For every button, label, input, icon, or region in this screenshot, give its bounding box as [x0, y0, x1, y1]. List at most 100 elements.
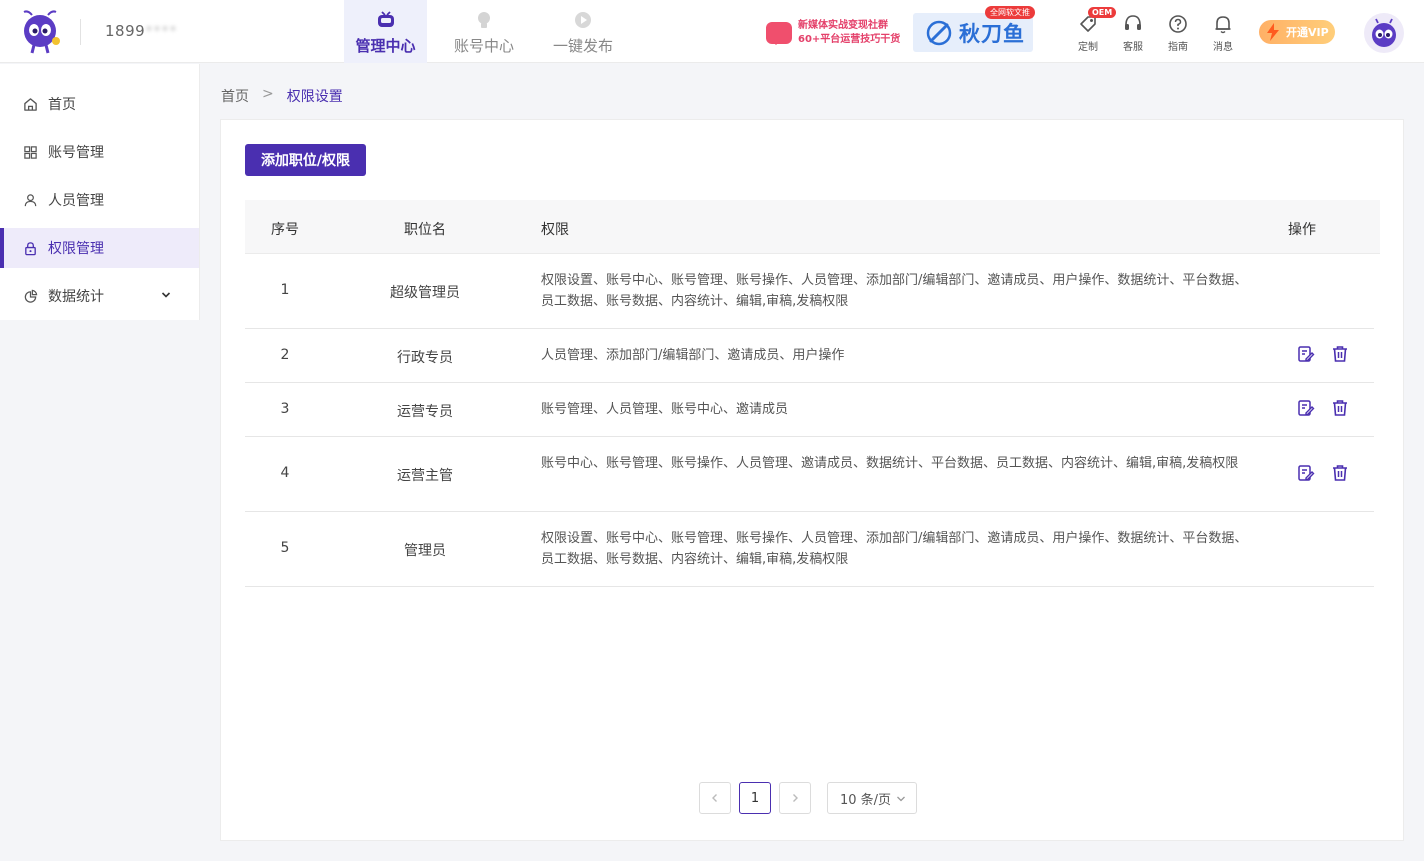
content-card: 添加职位/权限 序号 职位名 权限 操作 1 超级管理员 权限设置、账号中心、账… [220, 119, 1404, 841]
breadcrumb: 首页 > 权限设置 [221, 86, 343, 106]
header-divider [80, 19, 81, 45]
vip-label: 开通VIP [1286, 26, 1329, 39]
sidebar-item-label: 首页 [48, 97, 76, 113]
help-icon [1169, 15, 1187, 33]
column-header-permissions: 权限 [541, 222, 569, 238]
edit-icon[interactable] [1297, 464, 1315, 482]
row-permissions: 账号管理、人员管理、账号中心、邀请成员 [541, 402, 789, 417]
chevron-right-icon [793, 794, 798, 802]
tab-one-click-publish[interactable]: 一键发布 [542, 0, 624, 63]
tab-label: 账号中心 [453, 37, 514, 55]
sidebar: 首页 账号管理 人员管理 权限管理 数据统计 [0, 64, 200, 320]
user-phone: 1899**** [105, 22, 177, 40]
sidebar-item-staff-management[interactable]: 人员管理 [0, 180, 199, 220]
chat-bubble-icon [766, 22, 792, 45]
table-row: 4 运营主管 账号中心、账号管理、账号操作、人员管理、邀请成员、数据统计、平台数… [245, 437, 1374, 512]
community-line1: 新媒体实战变现社群 [798, 20, 888, 31]
breadcrumb-current: 权限设置 [286, 89, 343, 105]
qiudao-name: 秋刀鱼 [959, 21, 1025, 46]
table-row: 5 管理员 权限设置、账号中心、账号管理、账号操作、人员管理、添加部门/编辑部门… [245, 512, 1374, 587]
customer-service-button[interactable]: 客服 [1113, 13, 1153, 53]
messages-button[interactable]: 消息 [1203, 13, 1243, 53]
user-icon [24, 193, 37, 206]
column-header-position: 职位名 [404, 222, 446, 238]
community-line2: 60+平台运营技巧干货 [798, 34, 901, 45]
tab-label: 一键发布 [552, 37, 613, 55]
row-index: 2 [280, 347, 290, 363]
row-index: 1 [280, 282, 290, 298]
tool-label: 消息 [1213, 42, 1233, 53]
row-index: 3 [280, 401, 290, 417]
row-index: 4 [280, 465, 290, 481]
page-size-value: 10 条/页 [840, 792, 892, 808]
sidebar-item-account-management[interactable]: 账号管理 [0, 132, 199, 172]
add-position-button[interactable]: 添加职位/权限 [245, 144, 366, 176]
delete-icon[interactable] [1331, 345, 1349, 363]
table-row: 2 行政专员 人员管理、添加部门/编辑部门、邀请成员、用户操作 [245, 329, 1374, 383]
delete-icon[interactable] [1331, 464, 1349, 482]
breadcrumb-home[interactable]: 首页 [221, 86, 249, 106]
lightning-icon [1267, 23, 1279, 41]
avatar[interactable] [1364, 13, 1404, 53]
sidebar-item-label: 权限管理 [48, 241, 104, 257]
row-permissions: 权限设置、账号中心、账号管理、账号操作、人员管理、添加部门/编辑部门、邀请成员、… [541, 273, 1248, 309]
compass-icon [926, 20, 952, 45]
row-position-name: 行政专员 [397, 350, 453, 366]
chevron-left-icon [712, 794, 717, 802]
headset-icon [1125, 15, 1141, 30]
home-icon [24, 97, 37, 111]
column-header-index: 序号 [271, 222, 299, 238]
chevron-down-icon [161, 292, 171, 298]
phone-visible: 1899 [105, 22, 146, 40]
play-icon [575, 12, 591, 28]
edit-icon[interactable] [1297, 345, 1315, 363]
tab-account-center[interactable]: 账号中心 [443, 0, 525, 63]
row-permissions: 账号中心、账号管理、账号操作、人员管理、邀请成员、数据统计、平台数据、员工数据、… [541, 456, 1239, 471]
lock-icon [25, 241, 36, 255]
qiudao-badge: 全网软文推 [985, 6, 1035, 19]
delete-icon[interactable] [1331, 399, 1349, 417]
top-header: 1899**** 管理中心 账号中心 一键发布 新媒体实战变现社群 60+平台运… [0, 0, 1424, 63]
prev-page-button[interactable] [699, 782, 731, 814]
phone-masked: **** [145, 22, 178, 40]
tool-label: 客服 [1123, 42, 1143, 53]
row-position-name: 超级管理员 [390, 285, 460, 301]
row-index: 5 [280, 540, 290, 556]
table-header: 序号 职位名 权限 操作 [245, 200, 1380, 254]
sidebar-item-home[interactable]: 首页 [0, 84, 199, 124]
page-number-button[interactable]: 1 [739, 782, 771, 814]
column-header-actions: 操作 [1288, 222, 1316, 238]
breadcrumb-separator: > [262, 86, 274, 102]
app-logo[interactable] [18, 9, 62, 55]
tool-label: 指南 [1168, 42, 1188, 53]
row-permissions: 人员管理、添加部门/编辑部门、邀请成员、用户操作 [541, 348, 845, 363]
tv-icon [377, 11, 394, 27]
bell-icon [1215, 16, 1231, 34]
community-banner[interactable]: 新媒体实战变现社群 60+平台运营技巧干货 [766, 16, 906, 50]
row-position-name: 运营专员 [397, 404, 453, 420]
oem-badge: OEM [1088, 7, 1117, 18]
row-position-name: 管理员 [404, 543, 446, 559]
row-position-name: 运营主管 [397, 468, 453, 484]
tab-management-center[interactable]: 管理中心 [344, 0, 427, 63]
customize-button[interactable]: 定制 [1068, 13, 1108, 53]
guide-button[interactable]: 指南 [1158, 13, 1198, 53]
row-permissions: 权限设置、账号中心、账号管理、账号操作、人员管理、添加部门/编辑部门、邀请成员、… [541, 531, 1248, 567]
sidebar-item-label: 数据统计 [48, 289, 104, 305]
bulb-icon [478, 12, 490, 28]
tab-label: 管理中心 [355, 37, 416, 55]
sidebar-item-label: 人员管理 [48, 193, 104, 209]
chevron-down-icon [897, 796, 905, 802]
sidebar-item-label: 账号管理 [48, 145, 104, 161]
page-size-select[interactable]: 10 条/页 [827, 782, 917, 814]
table-row: 1 超级管理员 权限设置、账号中心、账号管理、账号操作、人员管理、添加部门/编辑… [245, 254, 1374, 329]
sidebar-item-permission-management[interactable]: 权限管理 [0, 228, 199, 268]
open-vip-button[interactable]: 开通VIP [1259, 20, 1335, 44]
edit-icon[interactable] [1297, 399, 1315, 417]
sidebar-item-data-statistics[interactable]: 数据统计 [0, 276, 199, 316]
tool-label: 定制 [1078, 42, 1098, 53]
next-page-button[interactable] [779, 782, 811, 814]
table-row: 3 运营专员 账号管理、人员管理、账号中心、邀请成员 [245, 383, 1374, 437]
grid-icon [24, 145, 37, 159]
chart-icon [24, 289, 38, 303]
